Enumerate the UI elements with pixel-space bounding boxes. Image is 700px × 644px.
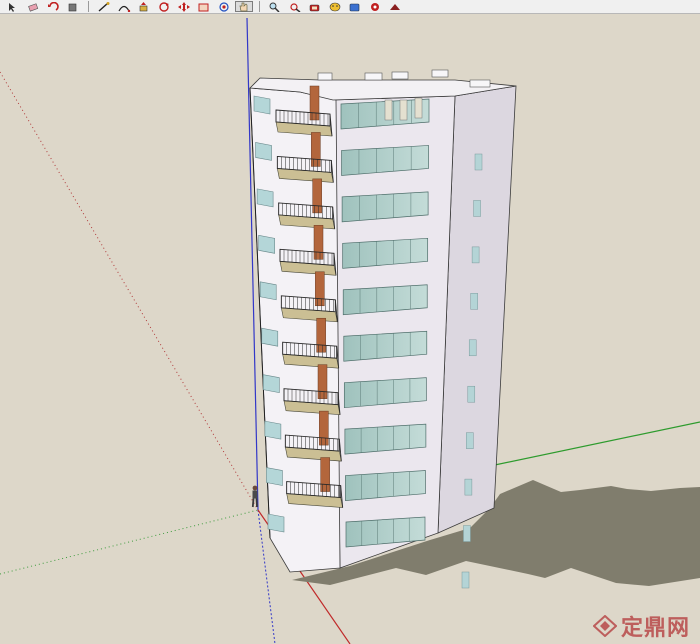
arc-tool-button[interactable]: [115, 1, 133, 12]
right-window: [464, 478, 473, 496]
paint-bucket-icon: [68, 3, 77, 11]
tape-measure-icon: [309, 4, 320, 11]
balcony-door: [312, 178, 322, 214]
left-window: [253, 95, 271, 115]
move-tool-button[interactable]: [175, 1, 193, 12]
pan-hand-icon: [239, 2, 248, 11]
orbit-icon: [219, 1, 229, 12]
facade-window: [345, 516, 426, 548]
balcony-door: [311, 132, 321, 167]
green-axis-right: [489, 421, 700, 467]
line-pencil-tool-button[interactable]: [95, 1, 113, 12]
arc-icon: [118, 5, 131, 12]
push-pull-tool-button[interactable]: [135, 1, 153, 12]
3d-viewport[interactable]: [0, 14, 700, 644]
move-icon: [178, 1, 190, 12]
left-window: [255, 142, 272, 161]
pan-hand-tool-button[interactable]: [235, 1, 253, 12]
roof-parapet: [364, 72, 383, 81]
left-window: [256, 188, 274, 208]
right-window: [467, 385, 476, 403]
left-window: [261, 327, 279, 347]
right-window: [470, 293, 478, 310]
right-window: [466, 432, 474, 449]
roof-window: [384, 99, 393, 121]
look-around-icon: [390, 3, 400, 10]
right-window: [461, 571, 470, 589]
rotate-icon: [159, 1, 169, 12]
rotate-tool-button[interactable]: [155, 1, 173, 12]
push-pull-icon: [139, 1, 148, 11]
apartment-building[interactable]: [249, 69, 517, 589]
zoom-extents-icon: [290, 2, 301, 12]
toolbar-group-camera: [262, 0, 408, 13]
roof-parapet: [391, 71, 409, 80]
toolbar-divider: [88, 1, 89, 12]
roof-parapet: [317, 72, 333, 81]
zoom-extents-tool-button[interactable]: [286, 1, 304, 12]
red-axis-back: [0, 71, 259, 511]
zoom-icon: [269, 2, 280, 12]
tape-measure-tool-button[interactable]: [306, 1, 324, 12]
paint-bucket-tool-button[interactable]: [64, 1, 82, 12]
left-window: [259, 281, 277, 301]
roof-window: [399, 99, 408, 121]
left-window: [264, 420, 282, 440]
balcony-door: [317, 364, 328, 399]
right-window: [474, 153, 483, 171]
section-plane-tool-button[interactable]: [326, 1, 344, 12]
select-arrow-tool-button[interactable]: [4, 1, 22, 12]
look-around-tool-button[interactable]: [386, 1, 404, 12]
right-window: [463, 525, 471, 542]
line-pencil-icon: [98, 1, 110, 12]
balcony-door: [309, 85, 320, 121]
balcony-door: [320, 457, 330, 492]
toolbar-divider: [259, 1, 260, 12]
balcony-door: [319, 410, 329, 446]
scene-canvas[interactable]: [0, 14, 700, 644]
scale-icon: [198, 3, 209, 11]
left-window: [263, 374, 280, 394]
undo-tool-button[interactable]: [44, 1, 62, 12]
roof-window: [414, 97, 423, 119]
right-window: [468, 339, 477, 357]
roof-parapet: [431, 69, 449, 78]
eraser-icon: [28, 2, 39, 12]
zhulong-diamond-logo-icon: [592, 615, 617, 637]
balcony-door: [315, 271, 325, 307]
watermark: 定鼎网: [592, 610, 690, 642]
section-plane-icon: [329, 2, 341, 11]
left-window: [267, 513, 285, 533]
walk-tool-button[interactable]: [346, 1, 364, 12]
walk-icon: [349, 3, 360, 11]
balcony-door: [316, 317, 326, 353]
watermark-text: 定鼎网: [620, 616, 690, 641]
orbit-tool-button[interactable]: [215, 1, 233, 12]
eraser-tool-button[interactable]: [24, 1, 42, 12]
left-window: [258, 234, 275, 254]
select-arrow-icon: [9, 2, 15, 12]
right-window: [471, 246, 480, 264]
balcony-door: [313, 225, 324, 260]
position-camera-icon: [371, 2, 379, 11]
toolbar-group-edit: [0, 0, 86, 13]
scale-figure-person: [251, 485, 258, 508]
roof-parapet: [469, 79, 491, 88]
scale-tool-button[interactable]: [195, 1, 213, 12]
undo-icon: [48, 1, 59, 11]
toolbar: [0, 0, 700, 14]
right-window: [473, 200, 481, 217]
toolbar-group-modify: [91, 0, 257, 13]
position-camera-tool-button[interactable]: [366, 1, 384, 12]
left-window: [266, 467, 283, 486]
zoom-tool-button[interactable]: [266, 1, 284, 12]
green-axis-left: [0, 509, 259, 575]
